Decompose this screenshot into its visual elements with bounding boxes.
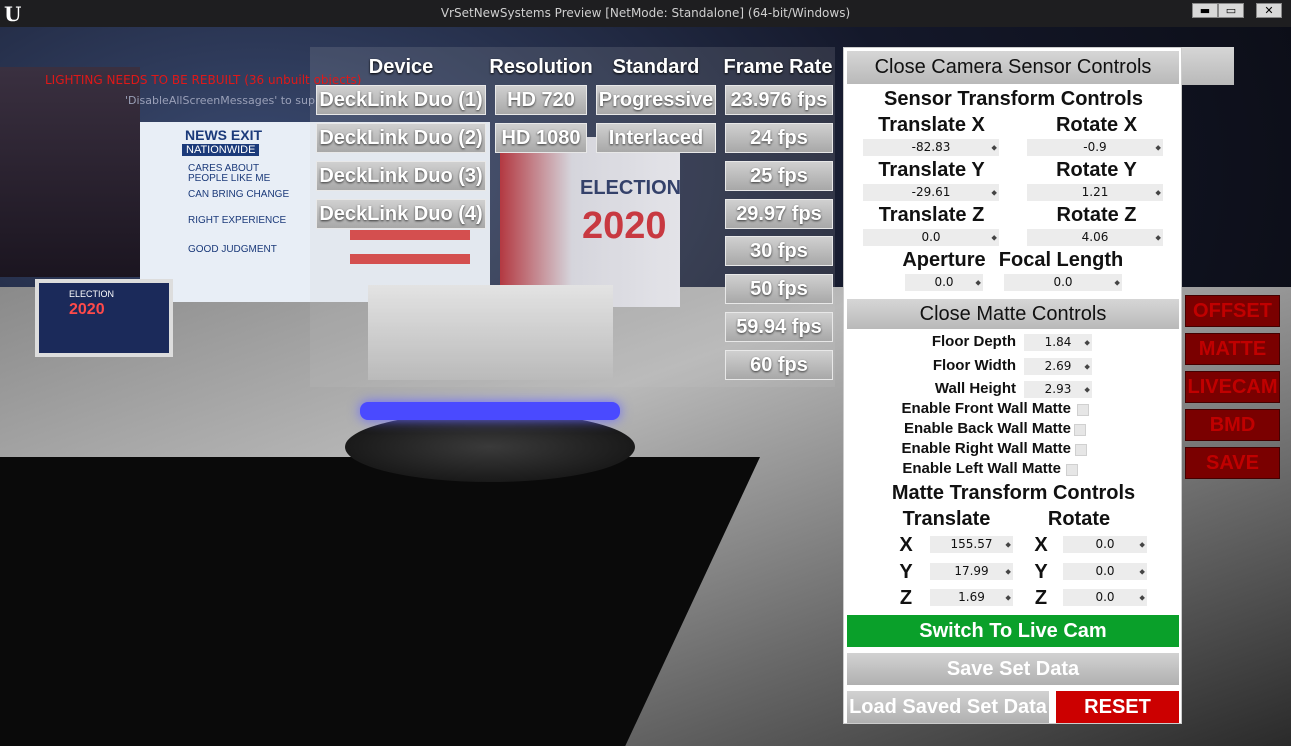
focal-length-input[interactable]: 0.0	[1004, 274, 1122, 291]
matte-ry-axis: Y	[1034, 561, 1048, 583]
rotate-x-label: Rotate X	[1055, 114, 1138, 136]
camera-control-panel: Close Camera Sensor Controls Sensor Tran…	[843, 47, 1182, 724]
device-button-1[interactable]: DeckLink Duo (1)	[316, 85, 486, 115]
wall-height-input[interactable]: 2.93	[1024, 381, 1092, 398]
fps-50-button[interactable]: 50 fps	[725, 274, 833, 304]
rotate-y-label: Rotate Y	[1056, 159, 1137, 181]
window-title-bar: U VrSetNewSystems Preview [NetMode: Stan…	[0, 0, 1291, 27]
livecam-button[interactable]: LIVECAM	[1185, 371, 1280, 403]
resolution-hd1080-button[interactable]: HD 1080	[495, 123, 587, 153]
back-wall-checkbox[interactable]	[1074, 424, 1086, 436]
rotate-x-input[interactable]: -0.9	[1027, 139, 1163, 156]
desk-led-strip	[360, 402, 620, 420]
floor-width-label: Floor Width	[932, 357, 1016, 374]
floor-depth-input[interactable]: 1.84	[1024, 334, 1092, 351]
standard-header: Standard	[612, 56, 700, 78]
matte-transform-title: Matte Transform Controls	[891, 482, 1136, 504]
change-text: CAN BRING CHANGE	[188, 189, 290, 200]
translate-z-input[interactable]: 0.0	[863, 229, 999, 246]
matte-ty-axis: Y	[899, 561, 913, 583]
lighting-warning: LIGHTING NEEDS TO BE REBUILT (36 unbuilt…	[45, 73, 362, 87]
translate-y-input[interactable]: -29.61	[863, 184, 999, 201]
translate-z-label: Translate Z	[878, 204, 985, 226]
matte-translate-x-input[interactable]: 155.57	[930, 536, 1013, 553]
front-wall-checkbox[interactable]	[1077, 404, 1089, 416]
reset-button[interactable]: RESET	[1056, 691, 1179, 723]
close-camera-sensor-button[interactable]: Close Camera Sensor Controls	[847, 51, 1179, 84]
screen-messages-hint: 'DisableAllScreenMessages' to suppress	[125, 94, 345, 107]
cares-text: CARES ABOUT PEOPLE LIKE ME	[188, 163, 271, 184]
device-button-3[interactable]: DeckLink Duo (3)	[316, 161, 486, 191]
aperture-input[interactable]: 0.0	[905, 274, 983, 291]
small-year-label: 2020	[69, 301, 105, 318]
wall-height-label: Wall Height	[934, 380, 1016, 397]
matte-tx-axis: X	[899, 534, 913, 556]
panel-header-extension	[1182, 47, 1234, 85]
close-matte-button[interactable]: Close Matte Controls	[847, 299, 1179, 329]
desk-screen: ELECTION 2020	[35, 279, 173, 357]
matte-rotate-z-input[interactable]: 0.0	[1063, 589, 1147, 606]
device-header: Device	[368, 56, 434, 78]
matte-rotate-label: Rotate	[1047, 508, 1111, 530]
fps-2997-button[interactable]: 29.97 fps	[725, 199, 833, 229]
bmd-button[interactable]: BMD	[1185, 409, 1280, 441]
matte-translate-label: Translate	[902, 508, 991, 530]
offset-button[interactable]: OFFSET	[1185, 295, 1280, 327]
fps-23976-button[interactable]: 23.976 fps	[725, 85, 833, 115]
fps-24-button[interactable]: 24 fps	[725, 123, 833, 153]
small-election-label: ELECTION	[69, 289, 115, 299]
floor-depth-label: Floor Depth	[931, 333, 1016, 350]
translate-x-input[interactable]: -82.83	[863, 139, 999, 156]
close-window-button[interactable]: ✕	[1256, 3, 1282, 18]
fps-5994-button[interactable]: 59.94 fps	[725, 312, 833, 342]
nationwide-text: NATIONWIDE	[182, 144, 260, 156]
load-saved-set-data-button[interactable]: Load Saved Set Data	[847, 691, 1049, 723]
translate-y-label: Translate Y	[878, 159, 985, 181]
matte-rotate-x-input[interactable]: 0.0	[1063, 536, 1147, 553]
sensor-transform-title: Sensor Transform Controls	[884, 88, 1143, 110]
matte-button[interactable]: MATTE	[1185, 333, 1280, 365]
matte-rotate-y-input[interactable]: 0.0	[1063, 563, 1147, 580]
standard-interlaced-button[interactable]: Interlaced	[596, 123, 716, 153]
front-wall-label: Enable Front Wall Matte	[901, 400, 1071, 417]
desk-base	[345, 412, 635, 482]
right-wall-label: Enable Right Wall Matte	[901, 440, 1071, 457]
focal-length-label: Focal Length	[998, 249, 1124, 271]
matte-translate-z-input[interactable]: 1.69	[930, 589, 1013, 606]
matte-translate-y-input[interactable]: 17.99	[930, 563, 1013, 580]
rotate-z-input[interactable]: 4.06	[1027, 229, 1163, 246]
news-logo-text: NEWS EXIT	[185, 127, 263, 143]
rotate-y-input[interactable]: 1.21	[1027, 184, 1163, 201]
fps-25-button[interactable]: 25 fps	[725, 161, 833, 191]
right-wall-checkbox[interactable]	[1075, 444, 1087, 456]
rotate-z-label: Rotate Z	[1056, 204, 1137, 226]
switch-live-cam-button[interactable]: Switch To Live Cam	[847, 615, 1179, 647]
save-button[interactable]: SAVE	[1185, 447, 1280, 479]
standard-progressive-button[interactable]: Progressive	[596, 85, 716, 115]
resolution-header: Resolution	[489, 56, 593, 78]
device-button-2[interactable]: DeckLink Duo (2)	[316, 123, 486, 153]
aperture-label: Aperture	[902, 249, 986, 271]
window-title: VrSetNewSystems Preview [NetMode: Standa…	[440, 6, 851, 20]
fps-60-button[interactable]: 60 fps	[725, 350, 833, 380]
left-wall-checkbox[interactable]	[1066, 464, 1078, 476]
matte-rz-axis: Z	[1034, 587, 1048, 609]
matte-rx-axis: X	[1034, 534, 1048, 556]
device-button-4[interactable]: DeckLink Duo (4)	[316, 199, 486, 229]
frame-rate-header: Frame Rate	[723, 56, 833, 78]
judgment-text: GOOD JUDGMENT	[188, 244, 277, 255]
translate-x-label: Translate X	[878, 114, 985, 136]
minimize-button[interactable]: ▬	[1192, 3, 1218, 18]
left-wall-label: Enable Left Wall Matte	[902, 460, 1061, 477]
fps-30-button[interactable]: 30 fps	[725, 236, 833, 266]
experience-text: RIGHT EXPERIENCE	[188, 215, 287, 226]
maximize-button[interactable]: ▭	[1218, 3, 1244, 18]
floor-width-input[interactable]: 2.69	[1024, 358, 1092, 375]
back-wall-label: Enable Back Wall Matte	[904, 420, 1071, 437]
matte-tz-axis: Z	[899, 587, 913, 609]
resolution-hd720-button[interactable]: HD 720	[495, 85, 587, 115]
save-set-data-button[interactable]: Save Set Data	[847, 653, 1179, 685]
monitor-wall	[0, 67, 140, 277]
